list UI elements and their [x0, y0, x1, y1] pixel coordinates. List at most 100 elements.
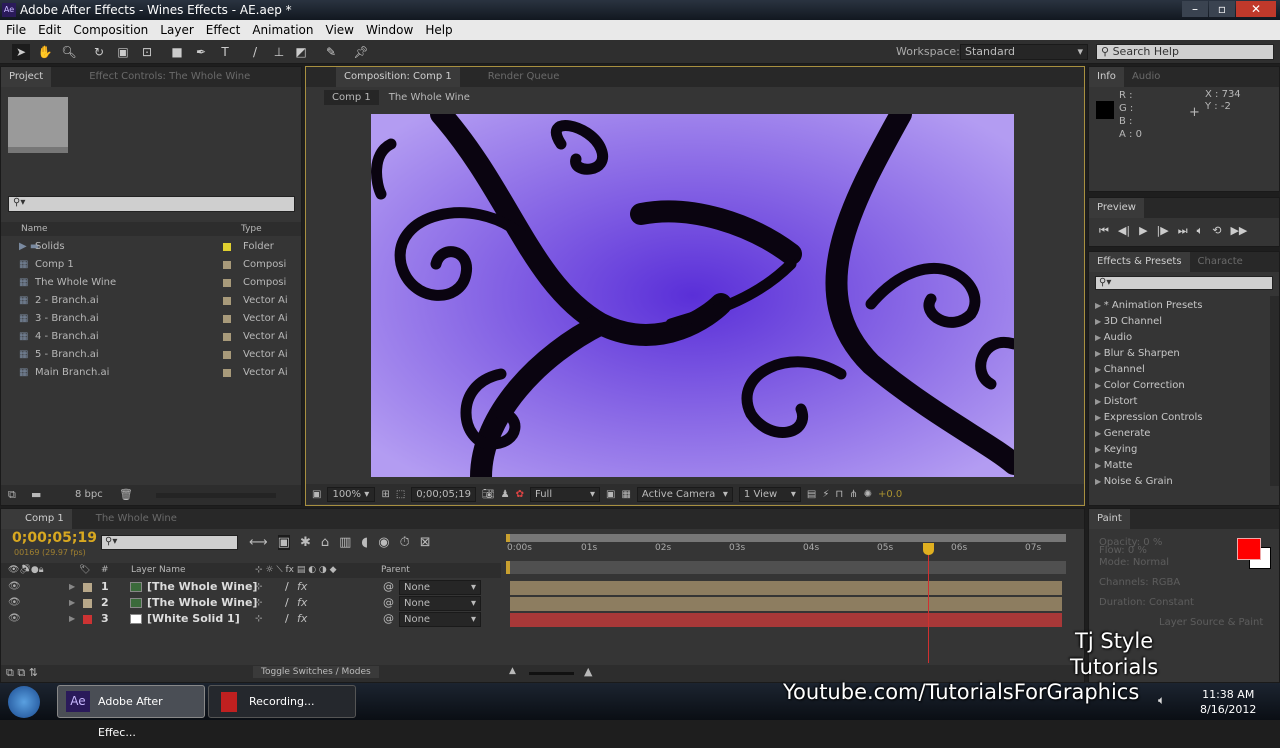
layer-label-color[interactable]: [83, 583, 92, 592]
view-layout-select[interactable]: 1 View ▾: [738, 486, 801, 502]
system-clock[interactable]: 11:38 AM 8/16/2012: [1200, 687, 1256, 717]
composition-mini-flowchart-icon[interactable]: ⟷: [249, 535, 268, 550]
column-type[interactable]: Type: [241, 222, 262, 236]
menu-window[interactable]: Window: [360, 20, 419, 40]
brush-tool-icon[interactable]: /: [246, 44, 264, 60]
project-item[interactable]: ▦ 5 - Branch.ai Vector Ai: [1, 346, 291, 364]
taskbar-after-effects[interactable]: Ae Adobe After Effec...: [57, 685, 205, 739]
close-button[interactable]: ✕: [1236, 1, 1276, 17]
project-item[interactable]: ▦ 3 - Branch.ai Vector Ai: [1, 310, 291, 328]
puppet-pin-tool-icon[interactable]: 📌︎: [352, 44, 370, 60]
current-time-field[interactable]: 0;00;05;19: [411, 486, 476, 502]
toggle-switches-modes-button[interactable]: Toggle Switches / Modes: [253, 666, 379, 678]
expand-panes-icon[interactable]: ⧉ ⧉ ⇅: [6, 666, 38, 680]
new-folder-icon[interactable]: ▬: [31, 488, 41, 501]
resolution-select[interactable]: Full ▾: [530, 486, 601, 502]
project-item[interactable]: ▦ Main Branch.ai Vector Ai: [1, 364, 291, 382]
next-frame-icon[interactable]: |▶: [1157, 224, 1169, 238]
motion-blur-icon[interactable]: ◖: [361, 535, 368, 550]
first-frame-icon[interactable]: ⏮: [1099, 224, 1109, 238]
last-frame-icon[interactable]: ⏭: [1178, 224, 1188, 238]
parent-select[interactable]: None ▾: [399, 580, 481, 595]
exposure-value[interactable]: +0.0: [878, 489, 902, 500]
parent-select[interactable]: None ▾: [399, 612, 481, 627]
selection-tool-icon[interactable]: ➤: [12, 44, 30, 60]
work-area-bar[interactable]: [506, 534, 1066, 542]
always-preview-icon[interactable]: ▣: [312, 489, 321, 500]
pick-whip-icon[interactable]: @: [383, 579, 394, 595]
menu-layer[interactable]: Layer: [154, 20, 199, 40]
quality-switch-icon[interactable]: /: [285, 595, 289, 611]
paint-duration-select[interactable]: Constant: [1149, 597, 1194, 608]
effect-category[interactable]: Keying: [1089, 442, 1279, 458]
paint-mode-select[interactable]: Normal: [1133, 557, 1169, 568]
layer-name[interactable]: [The Whole Wine]: [147, 579, 257, 595]
magnification-select[interactable]: 100% ▾: [327, 486, 376, 502]
collapse-switch-icon[interactable]: ⊹: [255, 595, 263, 611]
region-of-interest-icon[interactable]: ⬚: [396, 489, 405, 500]
pick-whip-icon[interactable]: @: [383, 595, 394, 611]
menu-help[interactable]: Help: [419, 20, 458, 40]
exposure-icon[interactable]: ✺: [864, 489, 872, 500]
previous-frame-icon[interactable]: ◀|: [1118, 224, 1130, 238]
brainstorm-icon[interactable]: ◉: [378, 535, 389, 550]
foreground-color-swatch[interactable]: [1237, 538, 1261, 560]
eye-icon[interactable]: 👁︎: [8, 579, 21, 595]
clone-stamp-tool-icon[interactable]: ⊥: [270, 44, 288, 60]
tab-character[interactable]: Characte: [1190, 252, 1251, 272]
eraser-tool-icon[interactable]: ◩: [292, 44, 310, 60]
rectangle-tool-icon[interactable]: ■: [168, 44, 186, 60]
menu-edit[interactable]: Edit: [32, 20, 67, 40]
effect-category[interactable]: Blur & Sharpen: [1089, 346, 1279, 362]
project-search-input[interactable]: ⚲▾: [8, 196, 295, 212]
tab-timeline-comp-1[interactable]: Comp 1: [1, 509, 72, 529]
project-item[interactable]: ▦ Comp 1 Composi: [1, 256, 291, 274]
effect-category[interactable]: Audio: [1089, 330, 1279, 346]
bit-depth-button[interactable]: 8 bpc: [75, 489, 103, 500]
menu-view[interactable]: View: [320, 20, 360, 40]
play-icon[interactable]: ▶: [1139, 224, 1147, 238]
column-name[interactable]: Name: [21, 222, 48, 236]
expand-arrow-icon[interactable]: ▶: [69, 579, 75, 595]
tab-effect-controls[interactable]: Effect Controls: The Whole Wine: [81, 67, 258, 87]
zoom-out-icon[interactable]: ▲: [509, 666, 516, 676]
volume-icon[interactable]: 🔈︎: [1158, 693, 1165, 708]
eye-icon[interactable]: 👁︎: [8, 595, 21, 611]
breadcrumb-comp-1[interactable]: Comp 1: [324, 89, 379, 105]
ram-preview-icon[interactable]: ▶▶: [1230, 224, 1247, 238]
tab-render-queue[interactable]: Render Queue: [480, 67, 568, 87]
type-tool-icon[interactable]: T: [216, 44, 234, 60]
fx-switch-icon[interactable]: fx: [297, 611, 307, 627]
tab-audio[interactable]: Audio: [1124, 67, 1168, 87]
zoom-tool-icon[interactable]: 🔍︎: [60, 44, 78, 60]
tab-effects-presets[interactable]: Effects & Presets: [1089, 252, 1190, 272]
layer-name[interactable]: [The Whole Wine]: [147, 595, 257, 611]
tab-composition[interactable]: Composition: Comp 1: [336, 67, 460, 87]
project-item[interactable]: ▦ 2 - Branch.ai Vector Ai: [1, 292, 291, 310]
zoom-in-icon[interactable]: ▲: [584, 665, 592, 678]
layer-row[interactable]: 👁︎ ▶ 1 [The Whole Wine] ⊹ / fx @ None ▾: [1, 579, 501, 595]
paint-channels-select[interactable]: RGBA: [1152, 577, 1180, 588]
column-parent[interactable]: Parent: [381, 563, 410, 578]
fx-switch-icon[interactable]: fx: [297, 595, 307, 611]
menu-effect[interactable]: Effect: [200, 20, 247, 40]
effect-category[interactable]: Distort: [1089, 394, 1279, 410]
flowchart-icon[interactable]: ⋔: [849, 489, 857, 500]
current-time-indicator[interactable]: [922, 543, 934, 663]
layer-row[interactable]: 👁︎ ▶ 2 [The Whole Wine] ⊹ / fx @ None ▾: [1, 595, 501, 611]
channel-icon[interactable]: ✿: [516, 489, 524, 500]
timeline-current-time[interactable]: 0;00;05;19: [12, 530, 97, 546]
timeline-icon[interactable]: ⊓: [835, 489, 843, 500]
hand-tool-icon[interactable]: ✋: [36, 44, 54, 60]
interpret-footage-icon[interactable]: ⧉: [8, 488, 16, 502]
transparency-grid-icon[interactable]: ▦: [621, 489, 630, 500]
camera-tool-icon[interactable]: ▣: [114, 44, 132, 60]
expand-arrow-icon[interactable]: ▶: [69, 595, 75, 611]
quality-switch-icon[interactable]: /: [285, 611, 289, 627]
effect-category[interactable]: Noise & Grain: [1089, 474, 1279, 490]
effect-category[interactable]: Matte: [1089, 458, 1279, 474]
hide-shy-layers-icon[interactable]: ⌂: [321, 535, 329, 550]
project-item[interactable]: ▦ The Whole Wine Composi: [1, 274, 291, 292]
layer-bar[interactable]: [510, 613, 1062, 627]
column-number[interactable]: #: [101, 563, 109, 578]
